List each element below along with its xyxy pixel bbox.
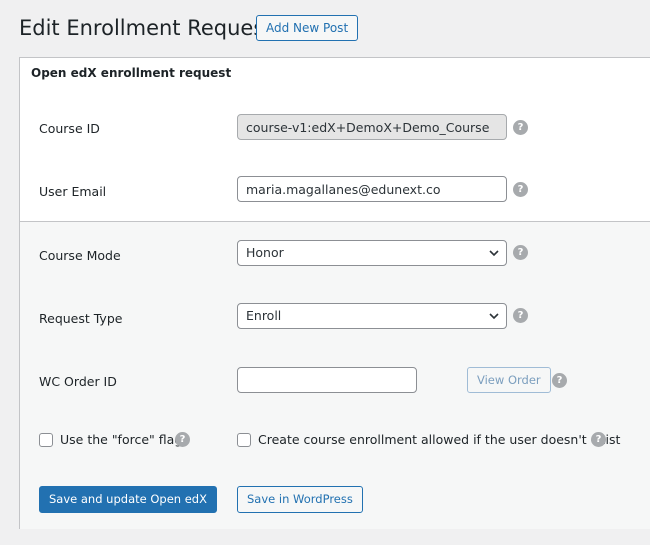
page-title: Edit Enrollment Request [19, 16, 273, 40]
course-id-label: Course ID [39, 121, 100, 136]
view-order-button[interactable]: View Order [467, 367, 551, 393]
enrollment-request-box: Open edX enrollment request Course ID ? … [19, 57, 650, 529]
create-enrollment-allowed-label[interactable]: Create course enrollment allowed if the … [258, 432, 620, 447]
box-title: Open edX enrollment request [31, 66, 232, 80]
user-email-input[interactable] [237, 176, 507, 202]
question-circle-icon[interactable]: ? [513, 245, 528, 260]
question-circle-icon[interactable]: ? [513, 120, 528, 135]
add-new-post-button[interactable]: Add New Post [256, 15, 359, 41]
question-circle-icon[interactable]: ? [175, 432, 190, 447]
create-enrollment-allowed-checkbox[interactable] [237, 433, 251, 447]
course-mode-label: Course Mode [39, 248, 121, 263]
request-type-value: Enroll [246, 308, 282, 323]
request-type-label: Request Type [39, 311, 123, 326]
save-in-wordpress-button[interactable]: Save in WordPress [237, 486, 363, 513]
course-id-input[interactable] [237, 114, 507, 140]
request-type-select[interactable]: Enroll [237, 303, 507, 329]
force-flag-checkbox[interactable] [39, 433, 53, 447]
wc-order-id-input[interactable] [237, 367, 417, 393]
chevron-down-icon [489, 250, 499, 257]
wc-order-id-label: WC Order ID [39, 374, 117, 389]
course-mode-select[interactable]: Honor [237, 240, 507, 266]
enrollment-options-section: Course Mode Honor ? Request Type Enroll … [20, 221, 650, 529]
question-circle-icon[interactable]: ? [513, 308, 528, 323]
force-flag-label[interactable]: Use the "force" flag [60, 432, 182, 447]
save-and-update-openedx-button[interactable]: Save and update Open edX [39, 486, 217, 513]
question-circle-icon[interactable]: ? [552, 373, 567, 388]
user-email-label: User Email [39, 184, 107, 199]
course-mode-value: Honor [246, 245, 284, 260]
question-circle-icon[interactable]: ? [513, 182, 528, 197]
chevron-down-icon [489, 313, 499, 320]
question-circle-icon[interactable]: ? [591, 432, 606, 447]
